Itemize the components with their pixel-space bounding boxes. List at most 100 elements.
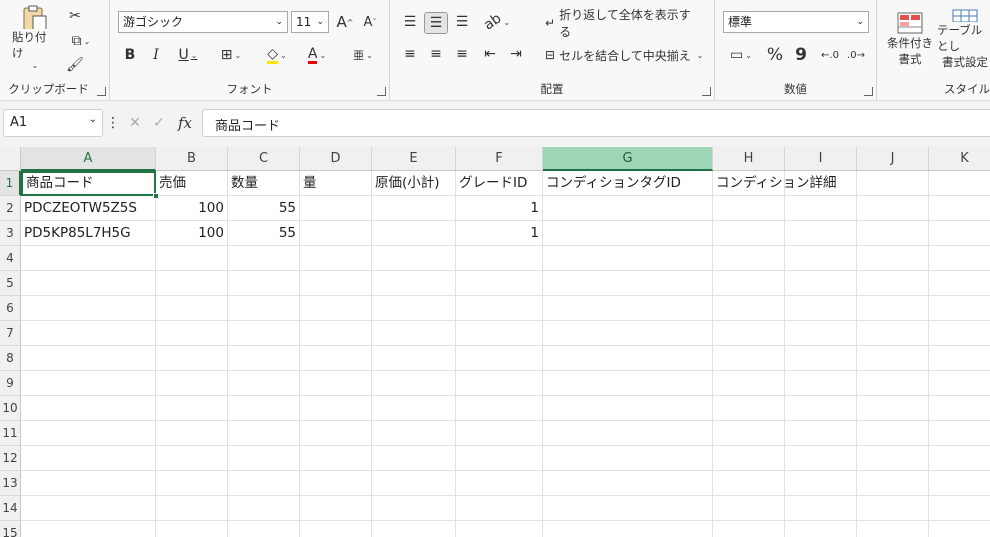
grid-cell[interactable] [857,321,929,346]
grid-cell[interactable] [713,521,785,537]
grid-cell[interactable] [929,171,990,196]
grid-cell[interactable] [456,471,543,496]
header-cell[interactable]: 量 [300,171,372,196]
data-cell[interactable]: 100 [156,196,228,221]
grid-cell[interactable] [21,471,156,496]
format-painter-button[interactable]: 🖌 [64,55,86,75]
grid-cell[interactable] [228,321,300,346]
middle-align-button[interactable]: ☰ [424,12,448,34]
grid-cell[interactable] [785,421,857,446]
grid-cell[interactable] [857,521,929,537]
row-header[interactable]: 5 [0,271,21,296]
grid-cell[interactable] [372,496,456,521]
fill-handle[interactable] [153,193,159,199]
grid-cell[interactable] [372,321,456,346]
align-right-button[interactable]: ≡ [452,44,472,64]
data-cell[interactable] [713,221,785,246]
grid-cell[interactable] [543,346,713,371]
grid-cell[interactable] [228,396,300,421]
grid-cell[interactable] [156,421,228,446]
grid-cell[interactable] [785,471,857,496]
grid-cell[interactable] [456,396,543,421]
grid-cell[interactable] [713,346,785,371]
grow-font-button[interactable]: A ^ [334,11,356,33]
conditional-format-button[interactable]: 条件付き 書式 [883,8,937,70]
grid-cell[interactable] [456,371,543,396]
grid-cell[interactable] [21,296,156,321]
data-cell[interactable]: 100 [156,221,228,246]
grid-cell[interactable] [713,421,785,446]
grid-cell[interactable] [228,446,300,471]
currency-button[interactable]: ▭ ⌄ [723,44,759,66]
column-header-H[interactable]: H [713,147,785,171]
grid-cell[interactable] [372,421,456,446]
grid-cell[interactable] [300,496,372,521]
active-cell[interactable]: 商品コード [21,171,156,196]
grid-cell[interactable] [156,346,228,371]
grid-cell[interactable] [785,196,857,221]
grid-cell[interactable] [929,296,990,321]
grid-cell[interactable] [156,246,228,271]
data-cell[interactable] [300,196,372,221]
decrease-indent-button[interactable]: ⇤ [480,44,500,64]
grid-cell[interactable] [785,221,857,246]
decrease-decimal-button[interactable]: .0→ [845,44,867,66]
grid-cell[interactable] [543,296,713,321]
row-header[interactable]: 9 [0,371,21,396]
grid-cell[interactable] [543,521,713,537]
column-header-I[interactable]: I [785,147,857,171]
column-header-D[interactable]: D [300,147,372,171]
row-header[interactable]: 7 [0,321,21,346]
grid-cell[interactable] [300,271,372,296]
grid-cell[interactable] [857,396,929,421]
grid-cell[interactable] [456,246,543,271]
grid-cell[interactable] [929,321,990,346]
grid-cell[interactable] [543,246,713,271]
row-header[interactable]: 1 [0,171,21,196]
phonetic-button[interactable]: 亜 ⌄ [346,44,380,66]
grid-cell[interactable] [929,346,990,371]
grid-cell[interactable] [929,196,990,221]
grid-cell[interactable] [21,246,156,271]
insert-function-button[interactable]: fx [174,112,196,134]
dialog-launcher-icon[interactable] [97,87,106,96]
grid-cell[interactable] [456,421,543,446]
grid-cell[interactable] [372,271,456,296]
grid-cell[interactable] [228,521,300,537]
column-header-A[interactable]: A [21,147,156,171]
grid-cell[interactable] [228,296,300,321]
row-header[interactable]: 13 [0,471,21,496]
grid-cell[interactable] [21,496,156,521]
grid-cell[interactable] [456,446,543,471]
grid-cell[interactable] [300,246,372,271]
grid-cell[interactable] [785,321,857,346]
grid-cell[interactable] [156,396,228,421]
grid-cell[interactable] [372,246,456,271]
column-header-J[interactable]: J [857,147,929,171]
grid-cell[interactable] [929,421,990,446]
grid-cell[interactable] [785,396,857,421]
header-cell[interactable]: コンディション詳細 [713,171,837,196]
grid-cell[interactable] [929,496,990,521]
grid-cell[interactable] [228,421,300,446]
grid-cell[interactable] [713,321,785,346]
grid-cell[interactable] [785,371,857,396]
grid-cell[interactable] [300,371,372,396]
data-cell[interactable]: 55 [228,196,300,221]
data-cell[interactable] [713,196,785,221]
row-header[interactable]: 2 [0,196,21,221]
grid-cell[interactable] [228,371,300,396]
chevron-down-icon[interactable]: ⌄ [89,114,97,125]
grid-cell[interactable] [456,521,543,537]
header-cell[interactable]: 売価 [156,171,228,196]
column-header-G[interactable]: G [543,147,713,171]
grid-cell[interactable] [300,446,372,471]
grid-cell[interactable] [929,521,990,537]
grid-cell[interactable] [929,446,990,471]
data-cell[interactable]: 55 [228,221,300,246]
grid-cell[interactable] [857,446,929,471]
grid-cell[interactable] [929,471,990,496]
grid-cell[interactable] [713,271,785,296]
grid-cell[interactable] [929,396,990,421]
align-left-button[interactable]: ≡ [400,44,420,64]
